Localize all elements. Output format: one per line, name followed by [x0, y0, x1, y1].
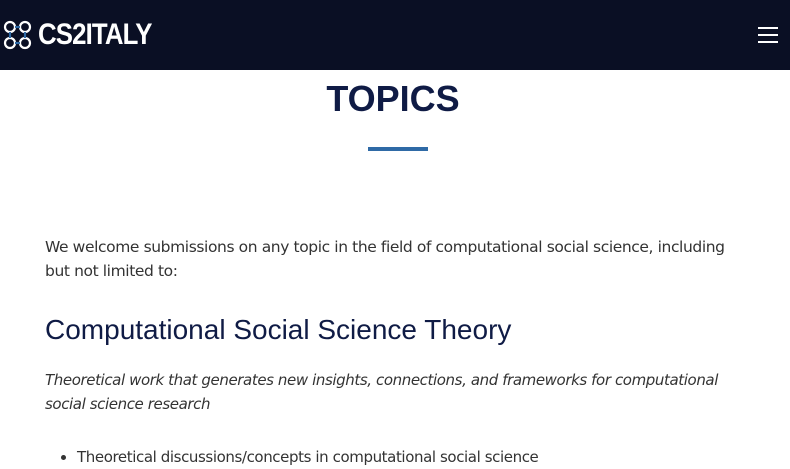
site-logo-link[interactable]: CS2ITALY [3, 17, 170, 53]
section-heading: Computational Social Science Theory [45, 314, 512, 345]
section-description: Theoretical work that generates new insi… [45, 371, 718, 413]
hamburger-line [758, 27, 778, 29]
hamburger-line [758, 41, 778, 43]
title-underline-divider [368, 147, 428, 151]
topic-list: Theoretical discussions/concepts in comp… [45, 445, 539, 469]
hamburger-line [758, 34, 778, 36]
list-item: Theoretical discussions/concepts in comp… [77, 445, 539, 469]
hamburger-menu-icon[interactable] [758, 25, 780, 45]
molecule-icon [3, 20, 32, 50]
intro-text: We welcome submissions on any topic in t… [45, 238, 725, 280]
navbar: CS2ITALY [0, 0, 790, 70]
logo-text: CS2ITALY [38, 18, 152, 51]
page-title: TOPICS [326, 78, 460, 119]
